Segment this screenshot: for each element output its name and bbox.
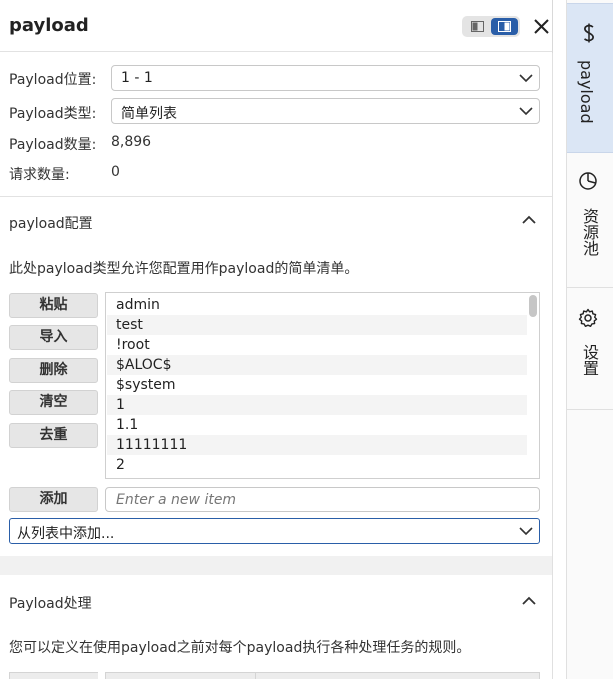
processing-title: Payload处理 bbox=[9, 596, 92, 612]
layout-right-button[interactable] bbox=[491, 18, 518, 35]
pie-chart-icon bbox=[578, 171, 598, 195]
sidebar-tab-payload-label: payload bbox=[577, 60, 596, 124]
request-count-label: 请求数量: bbox=[9, 167, 70, 183]
list-scrollbar-thumb[interactable] bbox=[529, 295, 537, 317]
divider bbox=[0, 196, 552, 197]
list-item[interactable]: 11111111 bbox=[107, 435, 527, 455]
panel-header: payload bbox=[0, 0, 552, 52]
chevron-down-icon bbox=[519, 74, 533, 83]
processing-table-header bbox=[9, 672, 98, 679]
split-left-icon bbox=[471, 21, 484, 32]
list-item[interactable]: $system bbox=[107, 375, 527, 395]
list-item[interactable]: $ALOC$ bbox=[107, 355, 527, 375]
request-count-value: 0 bbox=[111, 164, 120, 180]
add-button[interactable]: 添加 bbox=[9, 487, 98, 512]
layout-toggle[interactable] bbox=[462, 16, 520, 37]
position-select[interactable]: 1 - 1 bbox=[111, 65, 540, 91]
list-item[interactable]: admin bbox=[107, 295, 527, 315]
count-value: 8,896 bbox=[111, 134, 152, 150]
panel-title: payload bbox=[9, 15, 89, 36]
chevron-down-icon bbox=[519, 527, 533, 536]
count-label: Payload数量: bbox=[9, 137, 97, 153]
list-item[interactable]: test bbox=[107, 315, 527, 335]
processing-table-header bbox=[255, 672, 540, 679]
add-from-list-label: 从列表中添加... bbox=[17, 526, 115, 542]
chevron-down-icon bbox=[519, 107, 533, 116]
right-sidebar: payload 资源池 设置 bbox=[566, 0, 613, 679]
deduplicate-button[interactable]: 去重 bbox=[9, 423, 98, 448]
split-right-icon bbox=[498, 21, 511, 32]
list-item[interactable]: 1 bbox=[107, 395, 527, 415]
sidebar-tab-payload[interactable]: payload bbox=[567, 3, 613, 153]
payload-panel: payload Payload位置: 1 - 1 Payload类型: 简单列表… bbox=[0, 0, 553, 679]
panel-scrollbar[interactable] bbox=[552, 53, 553, 679]
sidebar-tab-settings-label: 设置 bbox=[580, 344, 599, 376]
gear-icon bbox=[578, 308, 598, 332]
list-item[interactable]: !root bbox=[107, 335, 527, 355]
list-item[interactable]: 2 bbox=[107, 455, 527, 475]
position-value: 1 - 1 bbox=[121, 70, 153, 86]
paste-button[interactable]: 粘贴 bbox=[9, 293, 98, 318]
type-label: Payload类型: bbox=[9, 106, 97, 122]
payload-config-description: 此处payload类型允许您配置用作payload的简单清单。 bbox=[9, 261, 359, 277]
import-button[interactable]: 导入 bbox=[9, 325, 98, 350]
collapse-payload-config-button[interactable] bbox=[522, 213, 536, 229]
processing-table-header bbox=[105, 672, 255, 679]
section-separator bbox=[0, 556, 552, 575]
payload-config-title: payload配置 bbox=[9, 216, 93, 232]
clear-button[interactable]: 清空 bbox=[9, 390, 98, 415]
payload-list[interactable]: admin test !root $ALOC$ $system 1 1.1 11… bbox=[105, 292, 540, 479]
sidebar-tab-resource-pool-label: 资源池 bbox=[580, 208, 599, 256]
collapse-processing-button[interactable] bbox=[522, 594, 536, 610]
type-select[interactable]: 简单列表 bbox=[111, 98, 540, 124]
sidebar-tab-settings[interactable]: 设置 bbox=[567, 290, 613, 410]
close-icon bbox=[534, 19, 549, 34]
processing-description: 您可以定义在使用payload之前对每个payload执行各种处理任务的规则。 bbox=[9, 640, 471, 656]
add-from-list-select[interactable]: 从列表中添加... bbox=[9, 518, 540, 544]
list-item[interactable]: 1.1 bbox=[107, 415, 527, 435]
position-label: Payload位置: bbox=[9, 72, 97, 88]
delete-button[interactable]: 删除 bbox=[9, 358, 98, 383]
sidebar-tab-resource-pool[interactable]: 资源池 bbox=[567, 160, 613, 288]
dollar-icon bbox=[578, 22, 600, 49]
close-button[interactable] bbox=[531, 14, 552, 38]
layout-left-button[interactable] bbox=[464, 18, 491, 35]
chevron-up-icon bbox=[522, 596, 536, 605]
new-item-input[interactable] bbox=[105, 487, 540, 512]
type-value: 简单列表 bbox=[121, 106, 177, 122]
chevron-up-icon bbox=[522, 215, 536, 224]
